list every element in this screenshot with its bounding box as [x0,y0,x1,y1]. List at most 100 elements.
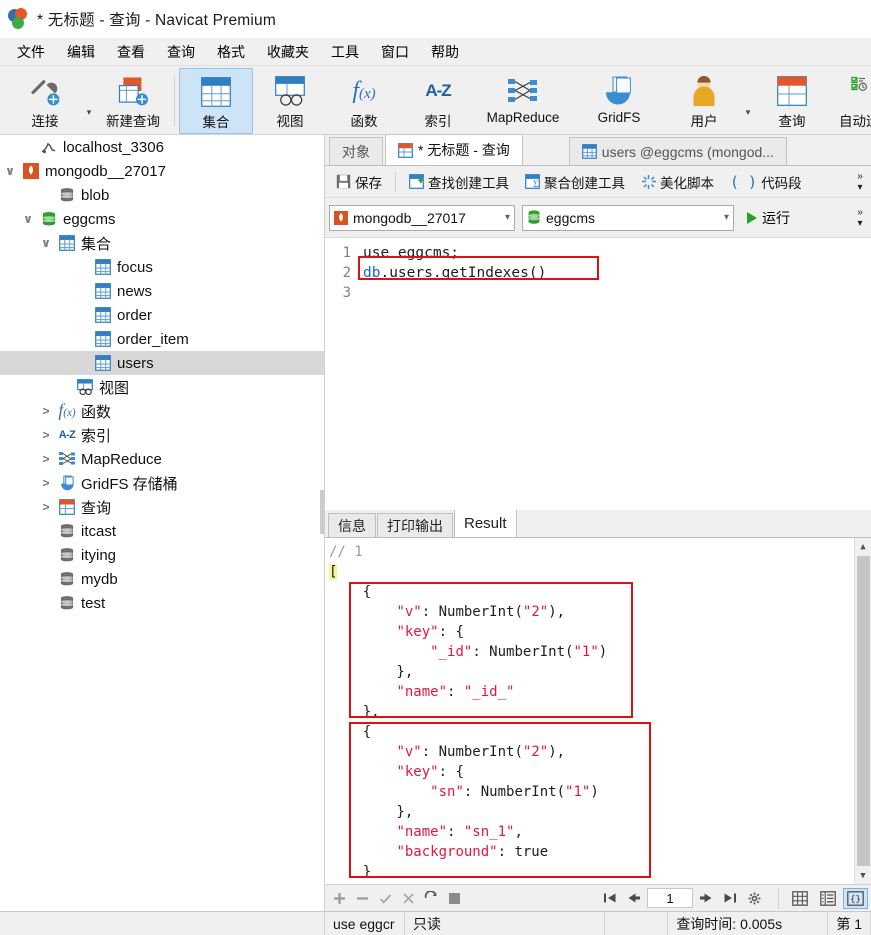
chevron-right-icon[interactable] [36,428,56,442]
scrollbar-thumb[interactable] [856,556,870,866]
overflow-chevrons-icon: » [857,206,863,218]
code-area[interactable]: use eggcms; db.users.getIndexes() [357,238,871,510]
scroll-down-icon[interactable]: ▼ [855,867,871,884]
chevron-down-icon[interactable] [18,212,38,226]
tree-node-mydb[interactable]: mydb [0,567,324,591]
tree-nodes: localhost_3306 mongodb__27017blob eggcms 集合… [0,135,324,615]
tab-objects[interactable]: 对象 [329,137,383,165]
menu-help[interactable]: 帮助 [420,39,470,65]
chevron-right-icon[interactable] [36,500,56,514]
refresh-button[interactable] [420,888,442,909]
chevron-down-icon[interactable] [0,164,20,178]
tree-node-label: itying [81,546,117,564]
ribbon-dropdown-caret-icon[interactable]: ▾ [82,68,96,134]
tree-node-localhost_3306[interactable]: localhost_3306 [0,135,324,159]
gear-icon[interactable] [743,888,765,909]
tab-untitled-query[interactable]: * 无标题 - 查询 [385,134,523,165]
menu-view[interactable]: 查看 [106,39,156,65]
form-view-button[interactable] [815,888,840,909]
tree-node-label: localhost_3306 [63,138,164,156]
tree-node-集合[interactable]: 集合 [0,231,324,255]
menu-window[interactable]: 窗口 [370,39,420,65]
tab-info[interactable]: 信息 [328,513,376,537]
ribbon-query[interactable]: 查询 [755,68,829,134]
menu-favorites[interactable]: 收藏夹 [256,39,320,65]
run-button[interactable]: 运行 [741,205,796,231]
tree-node-mongodb__27017[interactable]: mongodb__27017 [0,159,324,183]
navigation-tree[interactable]: localhost_3306 mongodb__27017blob eggcms 集合… [0,135,325,911]
tab-result[interactable]: Result [454,509,517,537]
tree-node-users[interactable]: users [0,351,324,375]
page-number-input[interactable]: 1 [647,888,693,908]
apply-change-button[interactable] [374,888,396,909]
tree-node-mapreduce[interactable]: MapReduce [0,447,324,471]
function-icon: f(x) [58,400,76,421]
ribbon-function[interactable]: f(x) 函数 [327,68,401,134]
tree-node-news[interactable]: news [0,279,324,303]
menu-file[interactable]: 文件 [6,39,56,65]
chevron-right-icon[interactable] [36,452,56,466]
tab-print-output[interactable]: 打印输出 [377,513,453,537]
tree-node-itying[interactable]: itying [0,543,324,567]
chevron-down-icon[interactable] [36,236,56,250]
menu-tools[interactable]: 工具 [320,39,370,65]
chevron-down-icon: ▾ [504,212,510,223]
ribbon-view[interactable]: 视图 [253,68,327,134]
aggregate-builder-button[interactable]: Σ 聚合创建工具 [518,169,632,195]
database-green-icon [527,210,541,225]
tree-node-test[interactable]: test [0,591,324,615]
stop-button[interactable] [443,888,465,909]
result-vertical-scrollbar[interactable]: ▲ ▼ [854,538,871,884]
last-page-icon[interactable] [719,888,741,909]
scroll-up-icon[interactable]: ▲ [855,538,871,555]
ribbon-connection[interactable]: 连接 [8,68,82,134]
tree-node-查询[interactable]: 查询 [0,495,324,519]
tree-node-itcast[interactable]: itcast [0,519,324,543]
connection-select[interactable]: mongodb__27017 ▾ [329,204,515,231]
result-panel: 信息 打印输出 Result // 1 [ { "v": NumberInt("2")… [325,509,871,911]
tree-node-视图[interactable]: 视图 [0,375,324,399]
beautify-script-button[interactable]: 美化脚本 [634,169,721,195]
ribbon-index-az[interactable]: A-Z 索引 [401,68,475,134]
tree-node-focus[interactable]: focus [0,255,324,279]
query-toolbar-overflow[interactable]: » ▾ [849,166,871,197]
json-line: } [329,864,372,880]
find-builder-button[interactable]: 查找创建工具 [402,169,516,195]
status-row: 第 1 [828,912,871,935]
first-page-icon[interactable] [599,888,621,909]
menu-format[interactable]: 格式 [206,39,256,65]
ribbon-user[interactable]: 用户 [667,68,741,134]
tree-node-eggcms[interactable]: eggcms [0,207,324,231]
prev-page-icon[interactable] [623,888,645,909]
ribbon-autorun[interactable]: 自动运行 [829,68,871,134]
add-record-button[interactable] [328,888,350,909]
grid-view-button[interactable] [787,888,812,909]
chevron-right-icon[interactable] [36,404,56,418]
ribbon-collection[interactable]: 集合 [179,68,253,134]
tree-node-函数[interactable]: f(x) 函数 [0,399,324,423]
tree-node-order_item[interactable]: order_item [0,327,324,351]
save-button[interactable]: 保存 [329,169,389,195]
tree-node-blob[interactable]: blob [0,183,324,207]
sql-editor[interactable]: 1 2 3 use eggcms; db.users.getIndexes() [325,238,871,510]
json-view-button[interactable]: {} [843,887,868,909]
next-page-icon[interactable] [695,888,717,909]
chevron-right-icon[interactable] [36,476,56,490]
menu-query[interactable]: 查询 [156,39,206,65]
database-grey-icon [56,523,78,539]
database-select[interactable]: eggcms ▾ [522,204,734,231]
code-snippet-button[interactable]: ( ) 代码段 [723,169,809,195]
ribbon-new-query[interactable]: 新建查询 [96,68,170,134]
menu-edit[interactable]: 编辑 [56,39,106,65]
json-result-view[interactable]: // 1 [ { "v": NumberInt("2"), "key": { "_… [325,538,871,884]
ribbon-gridfs[interactable]: GridFS [571,68,667,134]
delete-record-button[interactable] [351,888,373,909]
tree-node-gridfs-存储桶[interactable]: GridFS 存储桶 [0,471,324,495]
connection-bar-overflow[interactable]: » ▾ [849,198,871,237]
tree-node-order[interactable]: order [0,303,324,327]
discard-change-button[interactable] [397,888,419,909]
tab-users-eggcms[interactable]: users @eggcms (mongod... [568,137,787,165]
ribbon-mapreduce[interactable]: MapReduce [475,68,571,134]
ribbon-dropdown-caret-icon[interactable]: ▾ [741,68,755,134]
tree-node-索引[interactable]: A-Z 索引 [0,423,324,447]
